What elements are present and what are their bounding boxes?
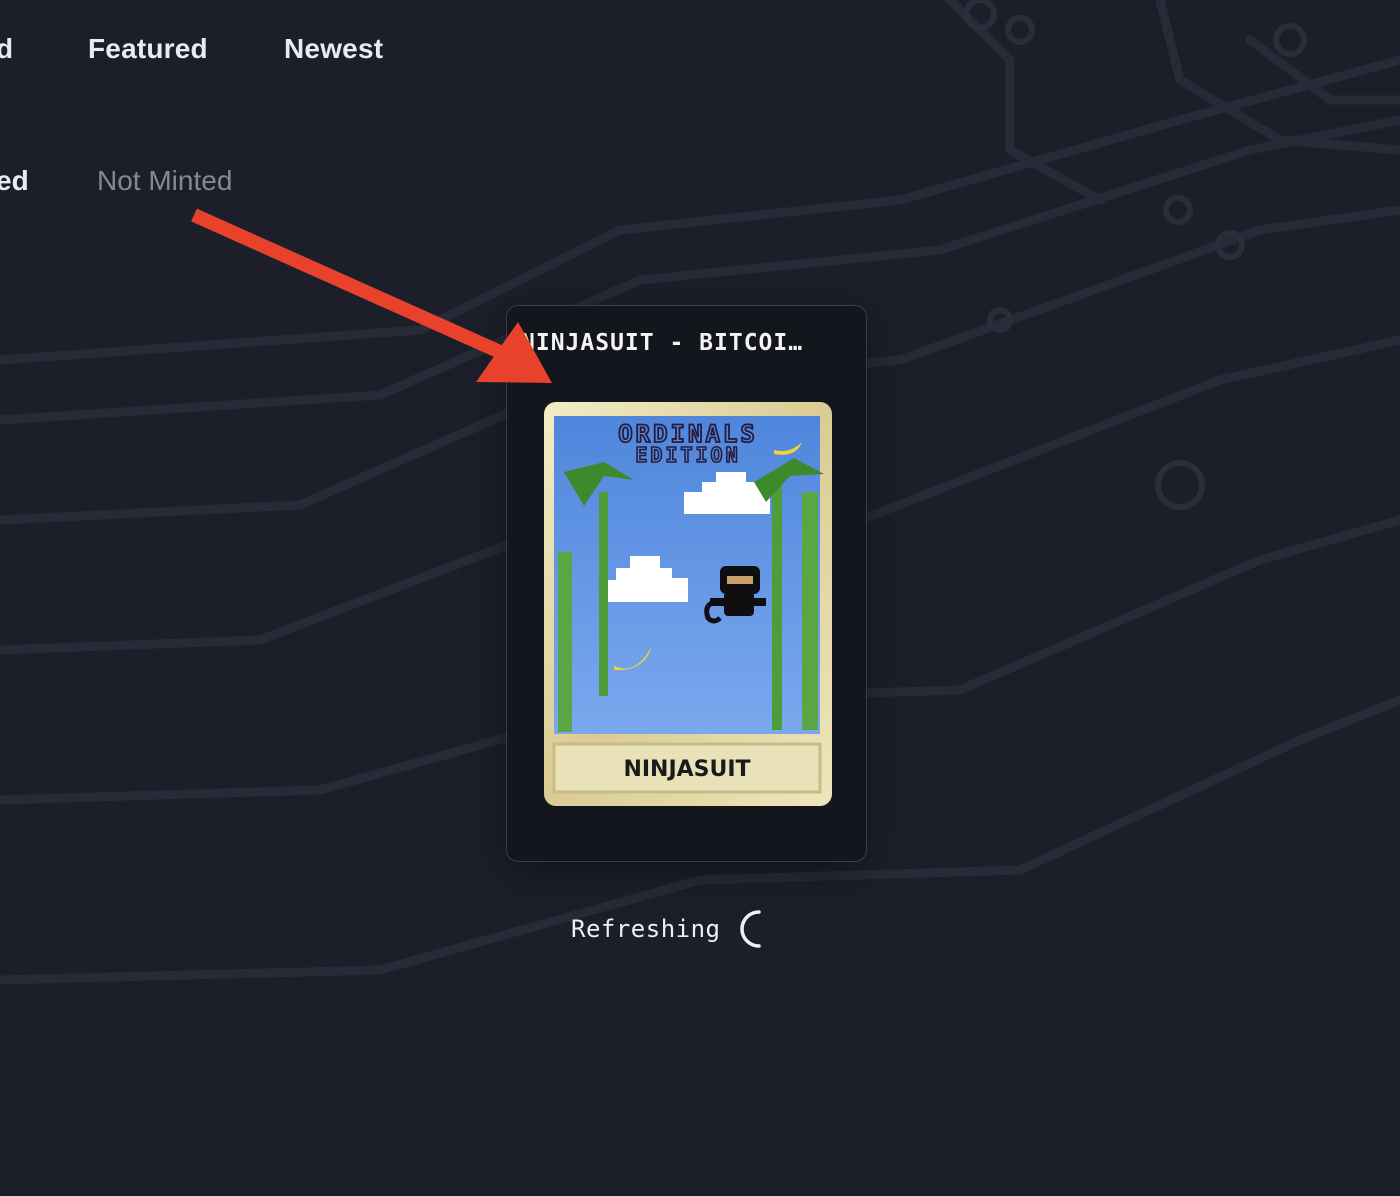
page: d Featured Newest ed Not Minted NINJASUI… (0, 0, 1400, 1196)
card-banner-line2: EDITION (635, 443, 740, 467)
refresh-status: Refreshing (571, 908, 765, 950)
spinner-icon (739, 910, 761, 948)
filter-not-minted[interactable]: Not Minted (97, 165, 232, 197)
tab-newest[interactable]: Newest (284, 33, 383, 65)
tab-featured[interactable]: Featured (88, 33, 208, 65)
card-plate-label: NINJASUIT (623, 757, 750, 782)
tab-partial[interactable]: d (0, 33, 13, 65)
filter-partial[interactable]: ed (0, 165, 29, 197)
refresh-label: Refreshing (571, 915, 721, 943)
nft-card[interactable]: NINJASUIT - BITCOI… ORDINALS EDITION NIN… (506, 305, 867, 862)
card-title: NINJASUIT - BITCOI… (521, 330, 804, 356)
card-artwork: ORDINALS EDITION NINJASUIT (544, 402, 832, 806)
